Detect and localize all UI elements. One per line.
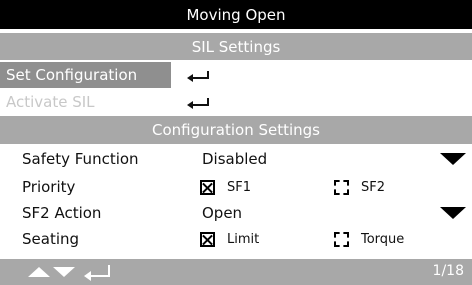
status-title-bar: Moving Open (0, 0, 472, 29)
sil-settings-header: SIL Settings (0, 33, 472, 60)
up-arrow-icon[interactable] (28, 267, 50, 277)
configuration-settings-title: Configuration Settings (151, 121, 321, 139)
dropdown-arrow-icon[interactable] (440, 207, 466, 219)
checkbox-checked-icon[interactable] (200, 179, 215, 195)
seating-option-limit[interactable]: Limit (200, 231, 260, 247)
sf2-action-row[interactable]: SF2 Action Open (0, 199, 472, 227)
sil-settings-title: SIL Settings (191, 37, 281, 56)
seating-option-label: Torque (361, 231, 405, 247)
status-title: Moving Open (186, 5, 286, 24)
seating-row: Seating Limit Torque (0, 225, 472, 253)
enter-icon (187, 97, 209, 109)
seating-option-label: Limit (227, 231, 260, 247)
safety-function-row[interactable]: Safety Function Disabled (0, 145, 472, 173)
actuator-screen: Moving Open SIL Settings Set Configurati… (0, 0, 472, 285)
down-arrow-icon[interactable] (53, 267, 75, 277)
menu-item-label: Activate SIL (6, 93, 95, 111)
priority-option-sf2[interactable]: SF2 (334, 179, 386, 195)
configuration-settings-header: Configuration Settings (0, 116, 472, 144)
priority-row: Priority SF1 SF2 (0, 173, 472, 201)
menu-item-label: Set Configuration (0, 62, 171, 88)
priority-label: Priority (22, 178, 76, 196)
enter-icon[interactable] (84, 265, 110, 281)
checkbox-unchecked-icon[interactable] (334, 231, 349, 247)
priority-option-sf1[interactable]: SF1 (200, 179, 252, 195)
sf2-action-value[interactable]: Open (202, 204, 242, 222)
navigation-bar: 1/18 (0, 259, 472, 285)
priority-option-label: SF2 (361, 179, 386, 195)
safety-function-value[interactable]: Disabled (202, 150, 267, 168)
checkbox-checked-icon[interactable] (200, 231, 215, 247)
enter-icon (187, 70, 209, 82)
sf2-action-label: SF2 Action (22, 204, 102, 222)
checkbox-unchecked-icon[interactable] (334, 179, 349, 195)
menu-item-activate-sil[interactable]: Activate SIL (0, 89, 472, 115)
seating-label: Seating (22, 230, 80, 248)
page-indicator: 1/18 (432, 263, 464, 279)
seating-option-torque[interactable]: Torque (334, 231, 405, 247)
menu-item-set-configuration[interactable]: Set Configuration (0, 62, 472, 88)
dropdown-arrow-icon[interactable] (440, 153, 466, 165)
safety-function-label: Safety Function (22, 150, 139, 168)
priority-option-label: SF1 (227, 179, 252, 195)
